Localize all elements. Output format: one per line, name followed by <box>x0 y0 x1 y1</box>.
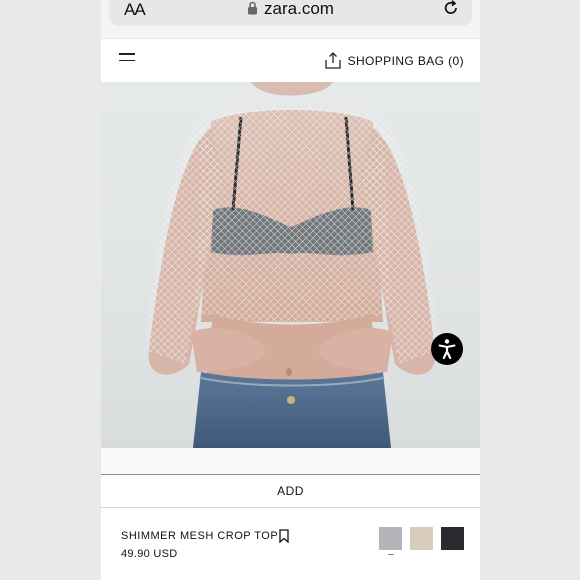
browser-chrome: AA zara.com <box>101 0 480 38</box>
product-photo-illustration <box>145 82 439 448</box>
hamburger-menu-icon[interactable] <box>119 53 135 67</box>
image-gallery-strip <box>101 448 480 474</box>
address-bar[interactable]: AA zara.com <box>109 0 472 26</box>
bookmark-icon[interactable] <box>278 529 290 543</box>
reload-icon[interactable] <box>442 0 460 17</box>
domain-text: zara.com <box>264 0 334 18</box>
product-image[interactable] <box>101 82 480 448</box>
shopping-bag-link[interactable]: SHOPPING BAG (0) <box>348 54 464 68</box>
add-to-bag-button[interactable]: ADD <box>101 474 480 508</box>
color-swatch[interactable] <box>441 527 464 550</box>
product-name: SHIMMER MESH CROP TOP <box>121 530 279 542</box>
lock-icon <box>248 1 258 15</box>
color-swatch[interactable] <box>379 527 402 550</box>
selected-color-indicator <box>388 554 394 555</box>
share-upload-icon[interactable] <box>324 51 342 70</box>
url-display[interactable]: zara.com <box>109 0 472 19</box>
product-price: 49.90 USD <box>121 548 178 560</box>
accessibility-person-icon[interactable] <box>431 333 463 365</box>
mobile-screen: AA zara.com SHOPPING BAG (0) ADD SHIMMER… <box>101 0 480 580</box>
site-header: SHOPPING BAG (0) <box>101 38 480 82</box>
product-info: SHIMMER MESH CROP TOP 49.90 USD <box>101 508 480 580</box>
color-swatch[interactable] <box>410 527 433 550</box>
